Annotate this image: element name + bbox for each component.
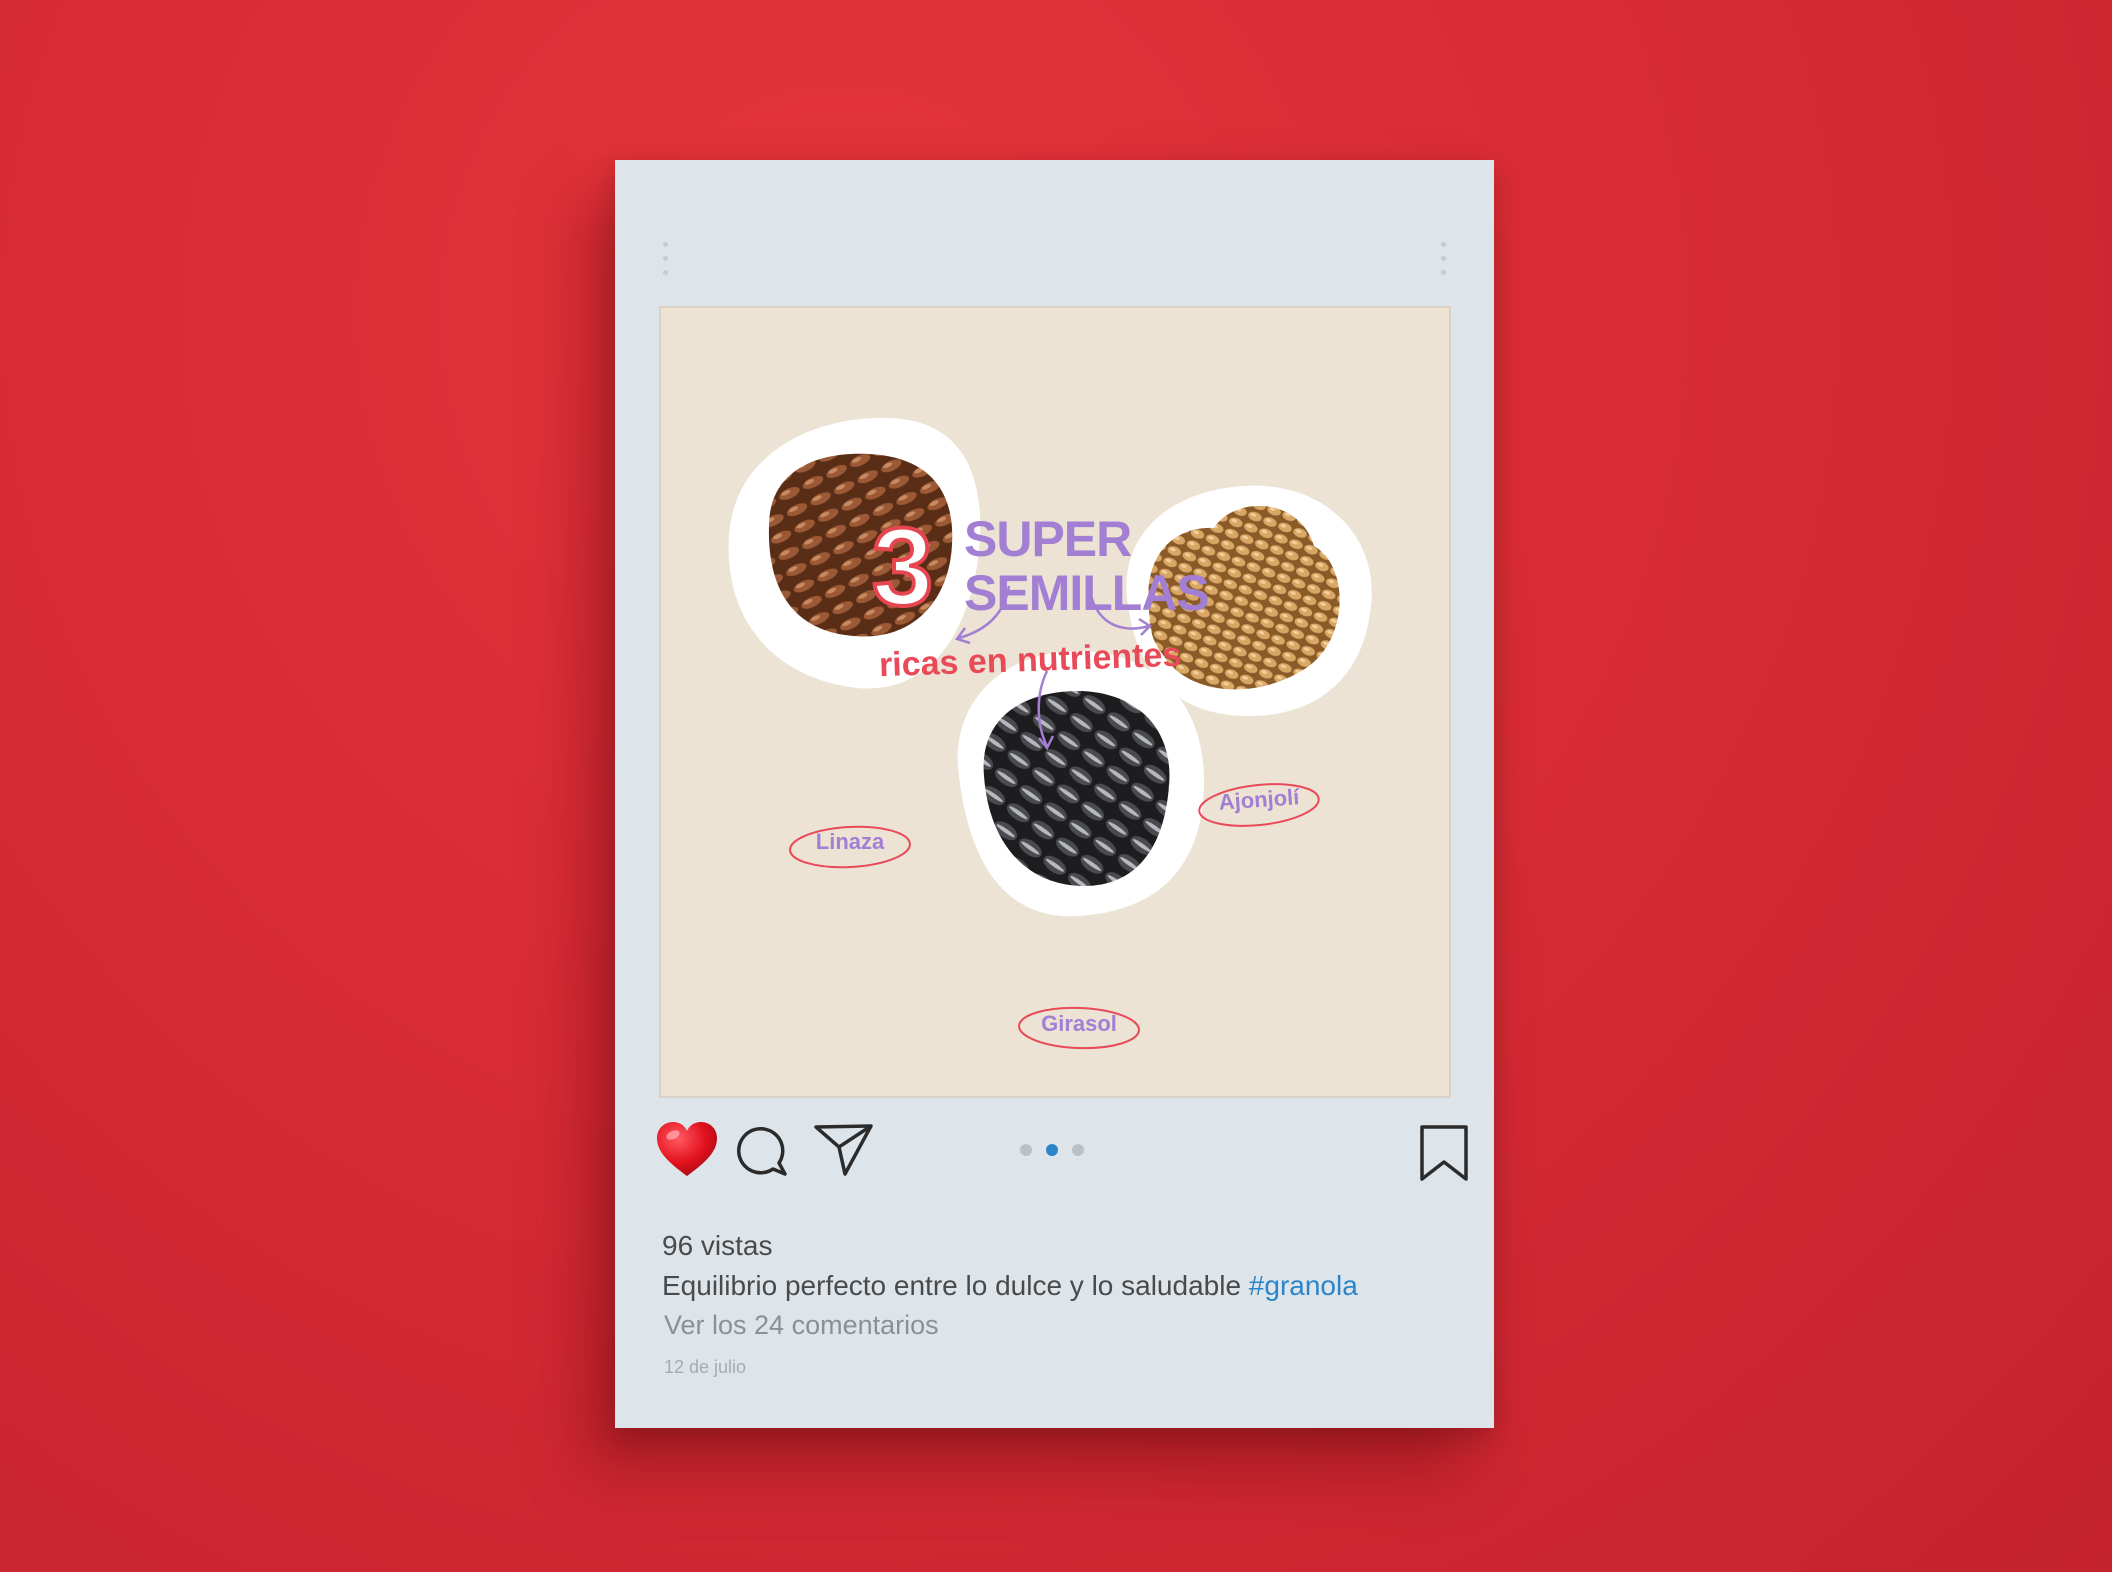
caption-text: Equilibrio perfecto entre lo dulce y lo … [662,1270,1249,1301]
carousel-dot-1 [1020,1144,1032,1156]
post-card: 3 SUPER SEMILLAS ricas en nutrientes Lin… [615,160,1494,1428]
heart-icon[interactable] [655,1120,719,1178]
seed-label-linaza: Linaza [815,829,885,854]
views-count: 96 vistas [662,1230,773,1261]
carousel-indicator [1020,1144,1084,1156]
action-bar [655,1120,1468,1190]
share-icon[interactable] [813,1122,875,1178]
title-number: 3 [870,506,935,629]
more-options-icon[interactable] [663,242,669,282]
carousel-dot-3 [1072,1144,1084,1156]
title-line-1: SUPER [964,511,1132,567]
more-options-icon-right[interactable] [1441,242,1447,282]
seed-label-girasol: Girasol [1041,1011,1117,1036]
post-date: 12 de julio [664,1357,747,1377]
hashtag-link[interactable]: #granola [1249,1270,1358,1301]
bookmark-icon[interactable] [1418,1124,1470,1182]
post-image[interactable]: 3 SUPER SEMILLAS ricas en nutrientes Lin… [659,306,1451,1098]
seeds-illustration [728,417,1372,1050]
comment-icon[interactable] [735,1123,789,1177]
caption: Equilibrio perfecto entre lo dulce y lo … [662,1270,1358,1302]
title-line-2: SEMILLAS [964,565,1210,621]
carousel-dot-2 [1046,1144,1058,1156]
view-comments-link[interactable]: Ver los 24 comentarios [664,1310,939,1341]
